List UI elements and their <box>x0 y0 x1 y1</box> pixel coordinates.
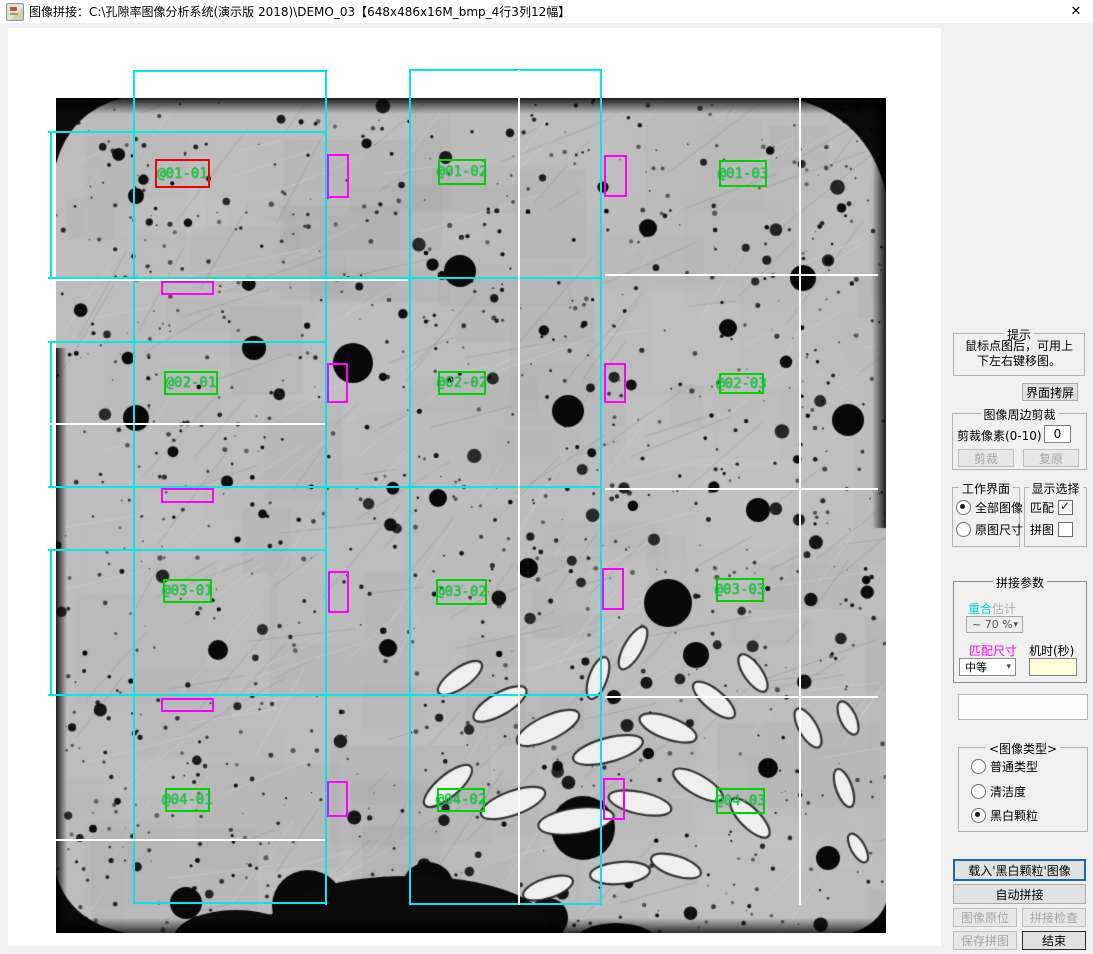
machine-time-input[interactable] <box>1029 658 1077 676</box>
overlap-label-2: 估计 <box>992 602 1016 616</box>
app-window: 图像拼接：C:\孔隙率图像分析系统(演示版 2018)\DEMO_03【648x… <box>0 0 1093 954</box>
overlap-label: 重合估计 <box>968 600 1016 617</box>
radio-icon[interactable] <box>971 808 986 823</box>
radio-icon[interactable] <box>971 784 986 799</box>
radio-label: 原图尺寸 <box>975 521 1023 538</box>
checkbox-icon[interactable] <box>1058 522 1073 537</box>
checkbox-icon[interactable] <box>1058 500 1073 515</box>
radio-original-size[interactable]: 原图尺寸 <box>956 521 1023 538</box>
match-size-value: 中等 <box>965 659 987 675</box>
restore-button[interactable]: 复原 <box>1023 449 1079 467</box>
stitch-check-button[interactable]: 拼接检查 <box>1022 908 1086 927</box>
image-type-group: <图像类型> 普通类型 清洁度 黑白颗粒 <box>958 747 1088 832</box>
radio-icon[interactable] <box>956 500 971 515</box>
radio-label: 黑白颗粒 <box>990 807 1038 824</box>
radio-label: 清洁度 <box>990 783 1026 800</box>
app-icon <box>6 3 24 21</box>
hint-line2: 下左右键移图。 <box>977 354 1061 368</box>
end-button[interactable]: 结束 <box>1022 931 1086 950</box>
radio-all-images[interactable]: 全部图像 <box>956 499 1023 516</box>
match-size-combobox[interactable]: 中等 ▾ <box>959 658 1016 676</box>
machine-time-label: 机时(秒) <box>1029 642 1074 659</box>
chevron-down-icon: ▾ <box>1006 662 1011 672</box>
save-stitch-button[interactable]: 保存拼图 <box>953 931 1017 950</box>
title-bar: 图像拼接：C:\孔隙率图像分析系统(演示版 2018)\DEMO_03【648x… <box>0 0 1093 23</box>
status-box <box>958 694 1088 720</box>
overlap-label-1: 重合 <box>968 602 992 616</box>
radio-icon[interactable] <box>956 522 971 537</box>
hint-group: 提示 鼠标点图后，可用上 下左右键移图。 <box>953 333 1085 376</box>
radio-bw-particles[interactable]: 黑白颗粒 <box>971 807 1038 824</box>
image-type-title: <图像类型> <box>986 740 1060 757</box>
radio-icon[interactable] <box>971 759 986 774</box>
screen-capture-button[interactable]: 界面拷屏 <box>1022 383 1078 401</box>
radio-cleanliness[interactable]: 清洁度 <box>971 783 1026 800</box>
crop-group: 图像周边剪裁 剪裁像素(0-10) 剪裁 复原 <box>952 413 1087 470</box>
radio-normal-type[interactable]: 普通类型 <box>971 758 1038 775</box>
load-bw-particles-button[interactable]: 载入'黑白颗粒'图像 <box>953 859 1086 881</box>
display-group-title: 显示选择 <box>1028 480 1082 497</box>
chevron-down-icon: ▾ <box>1013 620 1018 630</box>
image-panel <box>8 28 941 946</box>
work-group-title: 工作界面 <box>959 480 1013 497</box>
checkbox-match[interactable]: 匹配 <box>1030 499 1073 516</box>
crop-group-title: 图像周边剪裁 <box>980 406 1058 423</box>
hint-line1: 鼠标点图后，可用上 <box>965 339 1073 353</box>
checkbox-label: 匹配 <box>1030 499 1054 516</box>
crop-pixel-input[interactable] <box>1044 425 1071 443</box>
auto-stitch-button[interactable]: 自动拼接 <box>953 884 1086 904</box>
mosaic-image[interactable] <box>56 98 886 933</box>
work-interface-group: 工作界面 全部图像 原图尺寸 <box>952 487 1020 547</box>
match-size-label: 匹配尺寸 <box>969 642 1017 659</box>
stitch-params-group: 拼接参数 重合估计 ~ 70 % ▾ 匹配尺寸 机时(秒) 中等 ▾ <box>953 581 1087 683</box>
stitch-params-title: 拼接参数 <box>993 574 1047 591</box>
window-title: 图像拼接：C:\孔隙率图像分析系统(演示版 2018)\DEMO_03【648x… <box>29 3 1059 20</box>
overlap-value: ~ 70 % <box>972 618 1013 631</box>
radio-label: 全部图像 <box>975 499 1023 516</box>
close-icon[interactable]: ✕ <box>1059 0 1093 23</box>
micrograph-canvas[interactable] <box>56 98 886 933</box>
display-select-group: 显示选择 匹配 拼图 <box>1024 487 1087 547</box>
crop-pixel-label: 剪裁像素(0-10) <box>957 427 1042 444</box>
crop-button[interactable]: 剪裁 <box>958 449 1014 467</box>
radio-label: 普通类型 <box>990 758 1038 775</box>
checkbox-label: 拼图 <box>1030 521 1054 538</box>
overlap-combobox[interactable]: ~ 70 % ▾ <box>966 616 1023 633</box>
hint-text: 鼠标点图后，可用上 下左右键移图。 <box>957 339 1081 369</box>
image-origin-button[interactable]: 图像原位 <box>953 908 1017 927</box>
checkbox-stitch[interactable]: 拼图 <box>1030 521 1073 538</box>
